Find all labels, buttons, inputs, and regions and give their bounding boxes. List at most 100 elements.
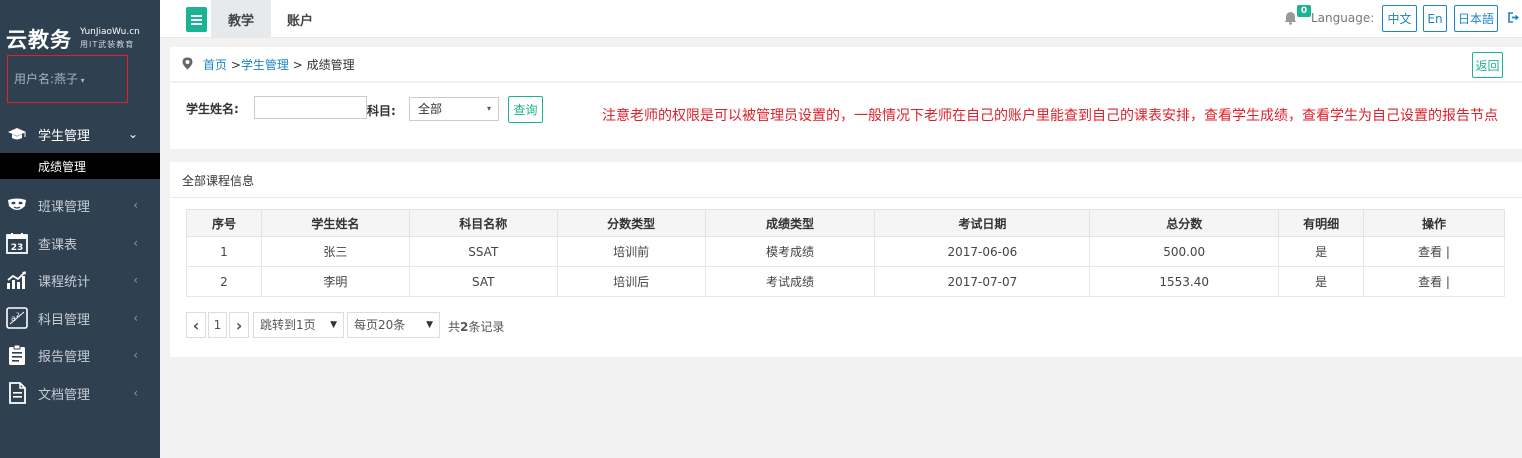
- chevron-down-icon: ⌄: [127, 127, 138, 141]
- page-number-button[interactable]: 1: [208, 312, 227, 338]
- user-name-label: 用户名:燕子 ▾: [14, 72, 85, 86]
- subject-select[interactable]: 全部 ▾: [409, 97, 499, 121]
- column-header[interactable]: 科目名称: [408, 209, 558, 237]
- chevron-left-icon: ‹: [133, 386, 138, 400]
- table-cell: SAT: [408, 266, 558, 297]
- sidebar-subitem-grade-management[interactable]: 成绩管理: [0, 153, 160, 179]
- menu-toggle-button[interactable]: [186, 7, 207, 32]
- hamburger-icon: [191, 14, 202, 25]
- logout-icon[interactable]: [1508, 12, 1520, 26]
- column-header[interactable]: 成绩类型: [704, 209, 876, 237]
- top-navbar: 教学 账户 0 Language: 中文 En 日本語: [160, 0, 1522, 38]
- sidebar-subitem-label: 成绩管理: [38, 160, 87, 174]
- table-cell: 培训后: [556, 266, 706, 297]
- column-header[interactable]: 总分数: [1089, 209, 1280, 237]
- total-records: 共2条记录: [448, 320, 505, 334]
- sidebar-item-student-management[interactable]: 学生管理 ⌄: [0, 117, 160, 151]
- document-icon: [6, 382, 28, 404]
- chevron-left-icon: ‹: [133, 311, 138, 325]
- chevron-left-icon: ‹: [133, 236, 138, 250]
- divider: [170, 197, 1522, 198]
- student-name-input[interactable]: [254, 96, 367, 119]
- back-button[interactable]: 返回: [1472, 52, 1503, 78]
- column-header[interactable]: 考试日期: [874, 209, 1091, 237]
- notification-badge: 0: [1297, 5, 1311, 17]
- table-cell: 考试成绩: [704, 266, 876, 297]
- column-header[interactable]: 分数类型: [556, 209, 706, 237]
- sidebar-item-label: 课程统计: [38, 274, 91, 290]
- sidebar-item-subject-management[interactable]: a2 科目管理 ‹: [0, 301, 160, 335]
- user-dropdown[interactable]: 用户名:燕子 ▾: [7, 55, 128, 103]
- table-cell: 2017-06-06: [874, 236, 1091, 267]
- sidebar-item-report-management[interactable]: 报告管理 ‹: [0, 338, 160, 372]
- view-link[interactable]: 查看 |: [1363, 236, 1505, 267]
- tab-account[interactable]: 账户: [270, 0, 330, 38]
- jump-to-page-label: 跳转到1页: [260, 318, 316, 332]
- permission-notice: 注意老师的权限是可以被管理员设置的，一般情况下老师在自己的账户里能查到自己的课表…: [602, 108, 1498, 124]
- table-cell: 张三: [260, 236, 410, 267]
- page-size-select[interactable]: 每页20条 ▼: [347, 312, 440, 338]
- sidebar-item-timetable[interactable]: 23 查课表 ‹: [0, 226, 160, 260]
- next-page-button[interactable]: ›: [229, 312, 249, 338]
- calendar-icon: 23: [6, 232, 28, 254]
- column-header[interactable]: 有明细: [1278, 209, 1365, 237]
- breadcrumb-current: 成绩管理: [306, 58, 355, 72]
- jump-to-page-select[interactable]: 跳转到1页 ▼: [253, 312, 344, 338]
- student-name-label: 学生姓名:: [186, 102, 239, 116]
- table-cell: 500.00: [1089, 236, 1280, 267]
- query-button[interactable]: 查询: [508, 96, 543, 123]
- table-cell: 2: [186, 266, 262, 297]
- tab-teaching[interactable]: 教学: [211, 0, 271, 38]
- sidebar-item-course-statistics[interactable]: 课程统计 ‹: [0, 263, 160, 297]
- clipboard-icon: [6, 344, 28, 366]
- breadcrumb-separator: >: [288, 58, 307, 72]
- course-info-panel: 全部课程信息 序号 学生姓名 科目名称 分数类型 成绩类型 考试日期 总分数 有…: [170, 162, 1522, 357]
- sidebar-item-label: 班课管理: [38, 199, 91, 215]
- language-label: Language:: [1311, 11, 1375, 25]
- caret-down-icon: ▼: [330, 320, 337, 330]
- panel-title: 全部课程信息: [182, 174, 255, 188]
- breadcrumb-section-link[interactable]: 学生管理: [241, 58, 289, 72]
- logo-domain: YunJiaoWu.cn: [80, 27, 140, 37]
- formula-icon: a2: [6, 307, 28, 329]
- graduation-cap-icon: [6, 123, 28, 145]
- caret-down-icon: ▼: [426, 320, 433, 330]
- sidebar-item-document-management[interactable]: 文档管理 ‹: [0, 376, 160, 410]
- map-pin-icon: [182, 57, 193, 73]
- column-header: 操作: [1363, 209, 1505, 237]
- search-form: 学生姓名: 科目: 全部 ▾ 查询 注意老师的权限是可以被管理员设置的，一般情况…: [170, 83, 1522, 149]
- table-cell: 是: [1278, 236, 1365, 267]
- sidebar: 云教务 YunJiaoWu.cn 用IT武装教育 用户名:燕子 ▾ 学生管理 ⌄…: [0, 0, 160, 458]
- sidebar-item-class-management[interactable]: 班课管理 ‹: [0, 188, 160, 222]
- column-header[interactable]: 序号: [186, 209, 262, 237]
- logo-slogan: 用IT武装教育: [80, 40, 135, 49]
- table-cell: 模考成绩: [704, 236, 876, 267]
- subject-select-value: 全部: [418, 102, 443, 116]
- language-chinese-button[interactable]: 中文: [1382, 5, 1417, 32]
- chart-icon: [6, 269, 28, 291]
- sidebar-item-label: 科目管理: [38, 312, 91, 328]
- bell-icon[interactable]: [1284, 11, 1297, 28]
- table-cell: 1: [186, 236, 262, 267]
- sidebar-item-label: 查课表: [38, 237, 78, 253]
- caret-down-icon: ▾: [486, 104, 491, 113]
- table-row: 2 李明 SAT 培训后 考试成绩 2017-07-07 1553.40 是 查…: [186, 266, 1505, 297]
- column-header[interactable]: 学生姓名: [260, 209, 410, 237]
- prev-page-button[interactable]: ‹: [186, 312, 206, 338]
- logo-title: 云教务: [6, 28, 72, 52]
- table-cell: 是: [1278, 266, 1365, 297]
- chevron-left-icon: ‹: [133, 273, 138, 287]
- breadcrumb-home-link[interactable]: 首页: [203, 58, 227, 72]
- view-link[interactable]: 查看 |: [1363, 266, 1505, 297]
- language-japanese-button[interactable]: 日本語: [1454, 5, 1498, 32]
- svg-text:23: 23: [11, 243, 24, 253]
- sidebar-item-label: 学生管理: [38, 128, 91, 144]
- table-cell: 培训前: [556, 236, 706, 267]
- chevron-left-icon: ‹: [133, 198, 138, 212]
- language-english-button[interactable]: En: [1423, 5, 1447, 32]
- sidebar-item-label: 文档管理: [38, 387, 91, 403]
- sidebar-item-label: 报告管理: [38, 349, 91, 365]
- grades-table: 序号 学生姓名 科目名称 分数类型 成绩类型 考试日期 总分数 有明细 操作 1…: [186, 209, 1505, 297]
- table-header-row: 序号 学生姓名 科目名称 分数类型 成绩类型 考试日期 总分数 有明细 操作: [186, 209, 1505, 237]
- table-cell: SSAT: [408, 236, 558, 267]
